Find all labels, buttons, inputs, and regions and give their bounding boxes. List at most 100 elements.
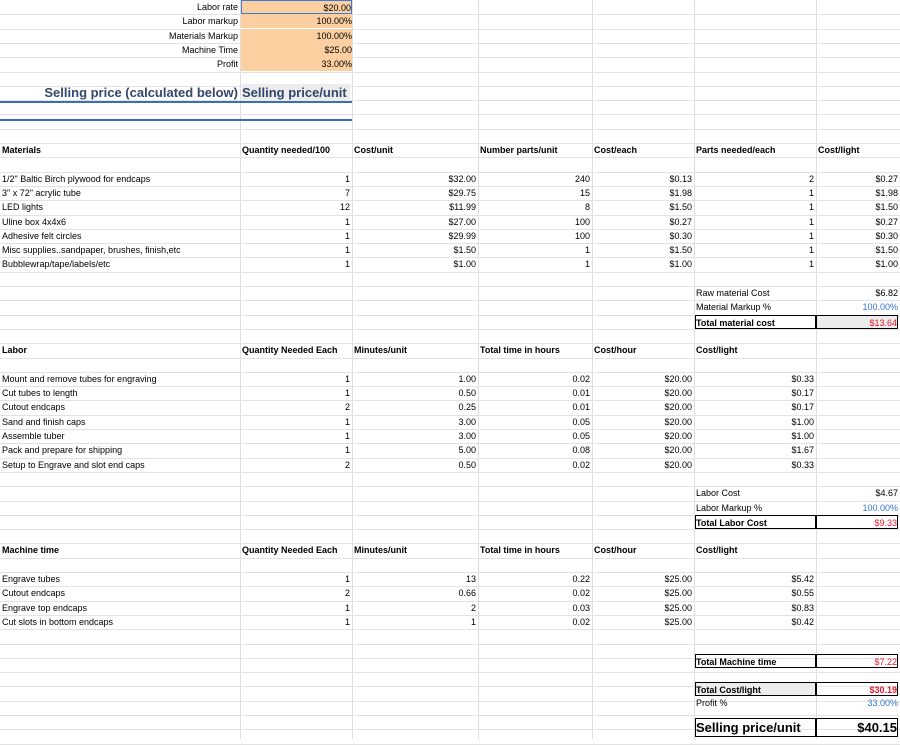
data-cell[interactable]: 1: [696, 243, 814, 257]
data-cell[interactable]: $1.67: [696, 443, 814, 457]
column-header[interactable]: Labor: [2, 343, 238, 357]
data-cell[interactable]: 100: [480, 229, 590, 243]
item-name[interactable]: Engrave top endcaps: [2, 601, 238, 615]
data-cell[interactable]: $0.13: [594, 172, 692, 186]
total-label[interactable]: Labor Markup %: [696, 501, 814, 515]
data-cell[interactable]: 0.05: [480, 429, 590, 443]
total-value[interactable]: $7.22: [816, 654, 898, 668]
column-header[interactable]: Cost/light: [818, 143, 898, 157]
total-label[interactable]: Labor Cost: [696, 486, 814, 500]
data-cell[interactable]: $1.50: [818, 243, 898, 257]
data-cell[interactable]: 1: [242, 372, 350, 386]
data-cell[interactable]: $27.00: [354, 215, 476, 229]
data-cell[interactable]: 0.02: [480, 615, 590, 629]
item-name[interactable]: Uline box 4x4x6: [2, 215, 238, 229]
total-value[interactable]: $6.82: [818, 286, 898, 300]
item-name[interactable]: LED lights: [2, 200, 238, 214]
item-name[interactable]: Cut slots in bottom endcaps: [2, 615, 238, 629]
item-name[interactable]: Cutout endcaps: [2, 586, 238, 600]
item-name[interactable]: 3" x 72" acrylic tube: [2, 186, 238, 200]
data-cell[interactable]: 1: [242, 257, 350, 271]
total-cost-value[interactable]: $30.19: [816, 682, 898, 696]
data-cell[interactable]: 0.66: [354, 586, 476, 600]
data-cell[interactable]: 0.05: [480, 415, 590, 429]
input-label[interactable]: Machine Time: [2, 43, 238, 57]
column-header[interactable]: Quantity needed/100: [242, 143, 350, 157]
column-header[interactable]: Minutes/unit: [354, 543, 476, 557]
data-cell[interactable]: 1: [480, 257, 590, 271]
data-cell[interactable]: 8: [480, 200, 590, 214]
input-value[interactable]: 100.00%: [241, 29, 352, 43]
input-label[interactable]: Labor rate: [2, 0, 238, 14]
data-cell[interactable]: 1: [242, 415, 350, 429]
data-cell[interactable]: 1: [696, 215, 814, 229]
data-cell[interactable]: $20.00: [594, 458, 692, 472]
input-value[interactable]: 100.00%: [241, 14, 352, 28]
item-name[interactable]: Pack and prepare for shipping: [2, 443, 238, 457]
data-cell[interactable]: $20.00: [594, 415, 692, 429]
column-header[interactable]: Total time in hours: [480, 543, 590, 557]
data-cell[interactable]: 1: [242, 429, 350, 443]
total-label[interactable]: Material Markup %: [696, 300, 814, 314]
column-header[interactable]: Minutes/unit: [354, 343, 476, 357]
data-cell[interactable]: 0.25: [354, 400, 476, 414]
data-cell[interactable]: $0.30: [818, 229, 898, 243]
input-value[interactable]: $20.00: [241, 0, 352, 14]
data-cell[interactable]: $1.00: [594, 257, 692, 271]
item-name[interactable]: Assemble tuber: [2, 429, 238, 443]
spreadsheet-grid[interactable]: Labor rate $20.00 Labor markup 100.00% Mater…: [0, 0, 900, 745]
total-value[interactable]: $9.33: [816, 515, 898, 529]
data-cell[interactable]: 7: [242, 186, 350, 200]
column-header[interactable]: Total time in hours: [480, 343, 590, 357]
data-cell[interactable]: $1.00: [354, 257, 476, 271]
data-cell[interactable]: $20.00: [594, 429, 692, 443]
input-label[interactable]: Labor markup: [2, 14, 238, 28]
total-cost-label[interactable]: Total Cost/light: [695, 682, 816, 696]
data-cell[interactable]: 100: [480, 215, 590, 229]
column-header[interactable]: Cost/light: [696, 343, 814, 357]
profit-value[interactable]: 33.00%: [818, 696, 898, 710]
data-cell[interactable]: 1: [696, 257, 814, 271]
input-value[interactable]: 33.00%: [241, 57, 352, 71]
total-value[interactable]: 100.00%: [818, 300, 898, 314]
data-cell[interactable]: $25.00: [594, 572, 692, 586]
data-cell[interactable]: 1.00: [354, 372, 476, 386]
data-cell[interactable]: $25.00: [594, 601, 692, 615]
data-cell[interactable]: 0.02: [480, 372, 590, 386]
data-cell[interactable]: 1: [242, 229, 350, 243]
summary-title-unit[interactable]: Selling price/unit: [242, 84, 350, 102]
data-cell[interactable]: $20.00: [594, 400, 692, 414]
data-cell[interactable]: 0.50: [354, 386, 476, 400]
data-cell[interactable]: 1: [696, 229, 814, 243]
item-name[interactable]: Mount and remove tubes for engraving: [2, 372, 238, 386]
data-cell[interactable]: $1.50: [594, 243, 692, 257]
input-label[interactable]: Materials Markup: [2, 29, 238, 43]
data-cell[interactable]: 1: [480, 243, 590, 257]
data-cell[interactable]: 3.00: [354, 415, 476, 429]
input-value[interactable]: $25.00: [241, 43, 352, 57]
data-cell[interactable]: 0.01: [480, 400, 590, 414]
data-cell[interactable]: 5.00: [354, 443, 476, 457]
item-name[interactable]: Bubblewrap/tape/labels/etc: [2, 257, 238, 271]
data-cell[interactable]: $0.33: [696, 372, 814, 386]
data-cell[interactable]: $0.17: [696, 400, 814, 414]
data-cell[interactable]: 0.02: [480, 458, 590, 472]
data-cell[interactable]: $0.42: [696, 615, 814, 629]
data-cell[interactable]: 1: [242, 572, 350, 586]
data-cell[interactable]: 13: [354, 572, 476, 586]
data-cell[interactable]: $1.98: [818, 186, 898, 200]
summary-title[interactable]: Selling price (calculated below): [2, 84, 238, 102]
data-cell[interactable]: $11.99: [354, 200, 476, 214]
data-cell[interactable]: 1: [242, 215, 350, 229]
data-cell[interactable]: 3.00: [354, 429, 476, 443]
data-cell[interactable]: $0.83: [696, 601, 814, 615]
total-label[interactable]: Total Labor Cost: [695, 515, 816, 529]
data-cell[interactable]: $5.42: [696, 572, 814, 586]
data-cell[interactable]: $1.98: [594, 186, 692, 200]
data-cell[interactable]: $29.99: [354, 229, 476, 243]
item-name[interactable]: Adhesive felt circles: [2, 229, 238, 243]
data-cell[interactable]: 2: [242, 586, 350, 600]
profit-label[interactable]: Profit %: [696, 696, 814, 710]
total-label[interactable]: Total Machine time: [695, 654, 816, 668]
data-cell[interactable]: 1: [242, 443, 350, 457]
